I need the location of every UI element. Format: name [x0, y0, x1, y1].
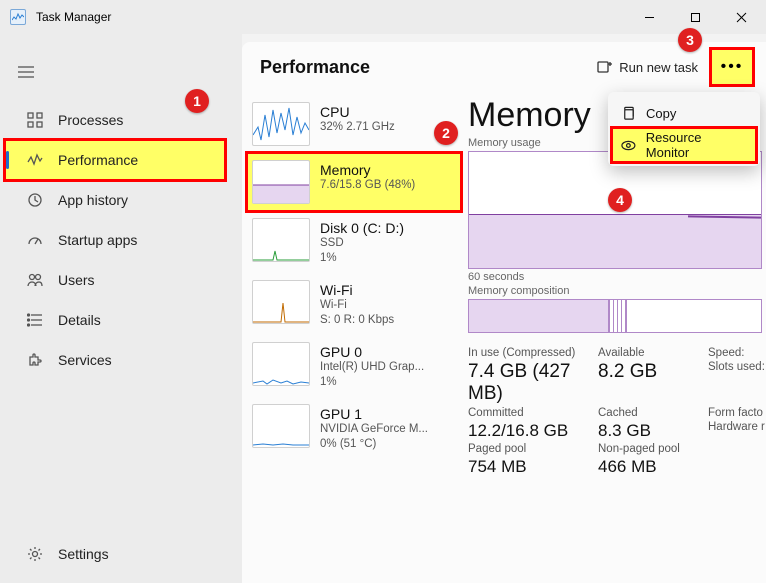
context-menu: Copy Resource Monitor — [608, 92, 760, 166]
sidebar-item-label: Details — [58, 312, 101, 328]
paged-val: 754 MB — [468, 457, 598, 477]
puzzle-icon — [26, 352, 44, 368]
sidebar-item-app-history[interactable]: App history — [6, 181, 232, 219]
ctx-resource-monitor[interactable]: Resource Monitor — [613, 129, 755, 161]
gpu0-thumbnail — [252, 342, 310, 386]
perf-sub2: S: 0 R: 0 Kbps — [320, 313, 394, 328]
memory-stats: In use (Compressed) Available Speed: 7.4… — [468, 347, 762, 477]
sidebar-item-label: Performance — [58, 152, 138, 168]
run-task-icon — [597, 59, 613, 75]
perf-name: GPU 1 — [320, 406, 428, 422]
performance-list: CPU 32% 2.71 GHz Memory 7.6/15.8 GB (48%… — [242, 92, 460, 583]
composition-label: Memory composition — [468, 285, 762, 297]
cached-val: 8.3 GB — [598, 421, 708, 441]
eye-icon — [621, 138, 636, 153]
perf-item-memory[interactable]: Memory 7.6/15.8 GB (48%) — [248, 154, 460, 210]
sidebar-item-details[interactable]: Details — [6, 301, 232, 339]
perf-sub: 7.6/15.8 GB (48%) — [320, 178, 415, 193]
perf-sub: 32% 2.71 GHz — [320, 120, 395, 135]
sidebar-item-startup-apps[interactable]: Startup apps — [6, 221, 232, 259]
perf-sub: Intel(R) UHD Grap... — [320, 360, 424, 375]
ctx-copy[interactable]: Copy — [613, 97, 755, 129]
sidebar-item-label: App history — [58, 192, 128, 208]
page-title: Performance — [260, 57, 370, 78]
sidebar-item-label: Startup apps — [58, 232, 137, 248]
form-label: Form facto — [708, 407, 766, 419]
sidebar-item-services[interactable]: Services — [6, 341, 232, 379]
paged-label: Paged pool — [468, 443, 598, 455]
perf-sub2: 1% — [320, 251, 404, 266]
hamburger-button[interactable] — [6, 54, 46, 90]
disk-thumbnail — [252, 218, 310, 262]
sidebar-item-performance[interactable]: Performance — [6, 141, 224, 179]
perf-item-gpu0[interactable]: GPU 0 Intel(R) UHD Grap... 1% — [248, 336, 460, 396]
cached-label: Cached — [598, 407, 708, 419]
window-controls — [626, 2, 764, 32]
ellipsis-icon: ••• — [721, 59, 744, 75]
sidebar-item-label: Processes — [58, 112, 123, 128]
history-icon — [26, 192, 44, 208]
perf-sub: SSD — [320, 236, 404, 251]
ctx-rm-label: Resource Monitor — [646, 130, 747, 160]
grid-icon — [26, 112, 44, 128]
run-task-label: Run new task — [619, 60, 698, 75]
perf-sub2: 0% (51 °C) — [320, 437, 428, 452]
marker-2: 2 — [434, 121, 458, 145]
app-icon — [10, 9, 26, 25]
titlebar: Task Manager — [0, 0, 766, 34]
inuse-val: 7.4 GB (427 MB) — [468, 361, 598, 405]
sidebar-item-label: Services — [58, 352, 112, 368]
minimize-button[interactable] — [626, 2, 672, 32]
wave-icon — [26, 152, 44, 168]
x-axis-label: 60 seconds — [468, 271, 762, 283]
sidebar: Processes Performance App history Startu… — [0, 34, 242, 583]
window-title: Task Manager — [36, 10, 111, 24]
copy-icon — [621, 106, 636, 121]
gpu1-thumbnail — [252, 404, 310, 448]
sidebar-item-label: Settings — [58, 546, 109, 562]
perf-item-gpu1[interactable]: GPU 1 NVIDIA GeForce M... 0% (51 °C) — [248, 398, 460, 458]
memory-composition-bar — [468, 299, 762, 333]
committed-label: Committed — [468, 407, 598, 419]
marker-4: 4 — [608, 188, 632, 212]
gauge-icon — [26, 232, 44, 248]
perf-item-disk[interactable]: Disk 0 (C: D:) SSD 1% — [248, 212, 460, 272]
perf-name: GPU 0 — [320, 344, 424, 360]
slots-label: Slots used: — [708, 361, 766, 405]
more-options-button[interactable]: ••• — [712, 50, 752, 84]
avail-label: Available — [598, 347, 708, 359]
speed-label: Speed: — [708, 347, 766, 359]
perf-name: Wi-Fi — [320, 282, 394, 298]
inuse-label: In use (Compressed) — [468, 347, 598, 359]
gear-icon — [26, 546, 44, 562]
maximize-button[interactable] — [672, 2, 718, 32]
wifi-thumbnail — [252, 280, 310, 324]
users-icon — [26, 272, 44, 288]
perf-sub: Wi-Fi — [320, 298, 394, 313]
run-new-task-button[interactable]: Run new task — [589, 55, 706, 79]
perf-name: Memory — [320, 162, 415, 178]
perf-name: CPU — [320, 104, 395, 120]
perf-item-cpu[interactable]: CPU 32% 2.71 GHz — [248, 96, 460, 152]
perf-name: Disk 0 (C: D:) — [320, 220, 404, 236]
memory-thumbnail — [252, 160, 310, 204]
avail-val: 8.2 GB — [598, 361, 708, 405]
perf-sub2: 1% — [320, 375, 424, 390]
marker-3: 3 — [678, 28, 702, 52]
perf-sub: NVIDIA GeForce M... — [320, 422, 428, 437]
sidebar-item-label: Users — [58, 272, 95, 288]
close-button[interactable] — [718, 2, 764, 32]
sidebar-item-settings[interactable]: Settings — [6, 535, 232, 573]
hw-label: Hardware r — [708, 421, 766, 441]
perf-item-wifi[interactable]: Wi-Fi Wi-Fi S: 0 R: 0 Kbps — [248, 274, 460, 334]
list-icon — [26, 312, 44, 328]
nonpaged-label: Non-paged pool — [598, 443, 708, 455]
nonpaged-val: 466 MB — [598, 457, 708, 477]
cpu-thumbnail — [252, 102, 310, 146]
ctx-copy-label: Copy — [646, 106, 676, 121]
marker-1: 1 — [185, 89, 209, 113]
sidebar-item-users[interactable]: Users — [6, 261, 232, 299]
committed-val: 12.2/16.8 GB — [468, 421, 598, 441]
